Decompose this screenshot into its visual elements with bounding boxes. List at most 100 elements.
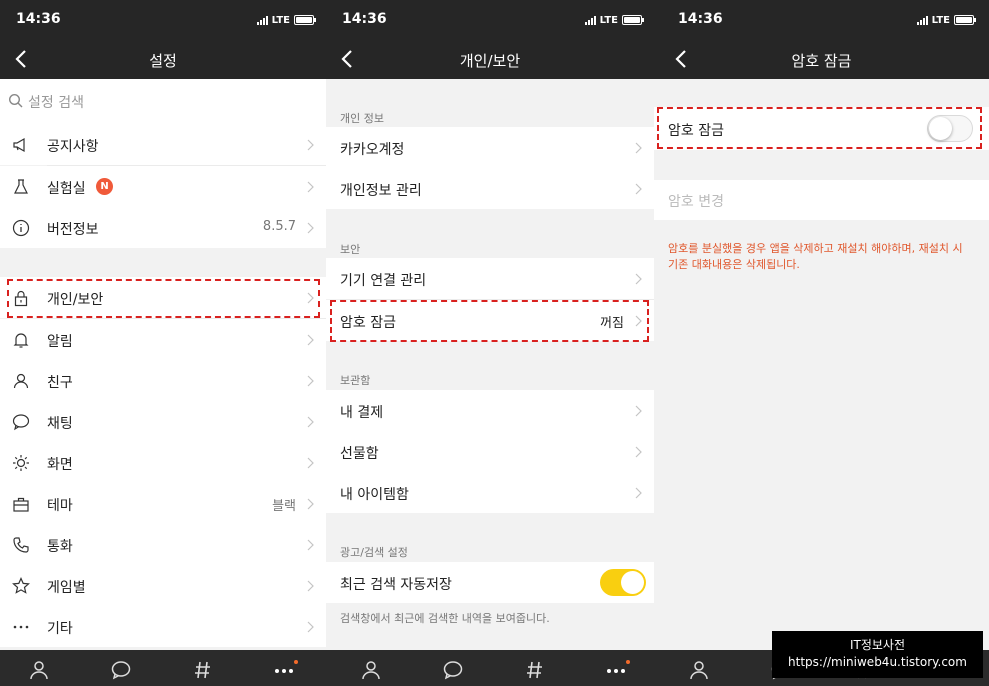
top-bar: 14:36 LTE 개인/보안 <box>326 0 654 79</box>
chevron-right-icon <box>307 139 314 151</box>
settings-item-etc[interactable]: 기타 <box>0 606 326 647</box>
settings-item-label: 알림 <box>47 334 73 350</box>
settings-panel: 14:36 LTE 설정 설정 검색 공지사항 실험실 N 버전정보 8.5.7 <box>0 0 326 686</box>
privacy-manage-item[interactable]: 개인정보 관리 <box>326 168 654 209</box>
megaphone-icon <box>11 135 31 155</box>
chevron-right-icon <box>307 539 314 551</box>
signal-icon <box>584 15 596 25</box>
settings-item-game[interactable]: 게임별 <box>0 565 326 606</box>
more-icon <box>11 617 31 637</box>
theme-value: 블랙 <box>272 499 296 514</box>
warning-text-line2: 기존 대화내용은 삭제됩니다. <box>668 258 800 271</box>
chevron-right-icon <box>307 498 314 510</box>
chevron-right-icon <box>635 487 642 499</box>
settings-item-label: 실험실 <box>47 181 86 197</box>
kakao-account-item[interactable]: 카카오계정 <box>326 127 654 168</box>
new-badge: N <box>96 178 113 195</box>
search-placeholder: 설정 검색 <box>28 95 84 111</box>
tab-chats[interactable] <box>442 659 466 681</box>
briefcase-icon <box>11 494 31 514</box>
section-header: 보관함 <box>340 374 371 387</box>
status-time: 14:36 <box>342 11 387 27</box>
change-passcode-item[interactable]: 암호 변경 <box>654 180 989 220</box>
section-header: 광고/검색 설정 <box>340 546 408 559</box>
chevron-right-icon <box>635 273 642 285</box>
privacy-security-panel: 14:36 LTE 개인/보안 개인 정보 카카오계정 개인정보 관리 보안 기… <box>326 0 654 686</box>
top-bar: 14:36 LTE 암호 잠금 <box>654 0 989 79</box>
search-input[interactable]: 설정 검색 <box>0 79 326 124</box>
settings-item-chat[interactable]: 채팅 <box>0 401 326 442</box>
star-icon <box>11 576 31 596</box>
chevron-right-icon <box>307 457 314 469</box>
person-icon <box>362 661 380 680</box>
settings-item-version[interactable]: 버전정보 8.5.7 <box>0 207 326 248</box>
chat-bubble-icon <box>443 661 463 680</box>
chevron-right-icon <box>307 181 314 193</box>
top-bar: 14:36 LTE 설정 <box>0 0 326 79</box>
item-label: 내 결제 <box>340 405 384 421</box>
person-icon <box>690 661 708 680</box>
settings-item-call[interactable]: 통화 <box>0 524 326 565</box>
auto-save-toggle[interactable] <box>600 569 646 596</box>
status-indicators: LTE <box>256 13 316 27</box>
auto-save-item: 최근 검색 자동저장 <box>326 562 654 603</box>
bottom-tab-bar <box>326 650 654 686</box>
person-icon <box>11 371 31 391</box>
tab-chats[interactable] <box>110 659 134 681</box>
auto-save-note: 검색창에서 최근에 검색한 내역을 보여줍니다. <box>340 612 550 625</box>
device-connect-item[interactable]: 기기 연결 관리 <box>326 258 654 299</box>
tab-friends[interactable] <box>360 659 384 681</box>
status-time: 14:36 <box>16 11 61 27</box>
flask-icon <box>11 177 31 197</box>
status-indicators: LTE <box>916 13 976 27</box>
chevron-right-icon <box>635 446 642 458</box>
more-icon <box>275 669 293 673</box>
settings-item-notice[interactable]: 공지사항 <box>0 124 326 165</box>
item-label: 카카오계정 <box>340 142 405 158</box>
status-time: 14:36 <box>678 11 723 27</box>
item-label: 개인정보 관리 <box>340 183 422 199</box>
my-payment-item[interactable]: 내 결제 <box>326 390 654 431</box>
gift-box-item[interactable]: 선물함 <box>326 431 654 472</box>
watermark: IT정보사전 https://miniweb4u.tistory.com <box>772 631 983 678</box>
page-title: 암호 잠금 <box>791 52 852 70</box>
battery-icon <box>954 15 976 25</box>
page-title: 개인/보안 <box>459 52 521 70</box>
chevron-right-icon <box>307 416 314 428</box>
notification-dot <box>294 660 298 664</box>
bell-icon <box>11 330 31 350</box>
settings-item-alarm[interactable]: 알림 <box>0 319 326 360</box>
tab-hashtag[interactable] <box>192 659 216 681</box>
settings-item-display[interactable]: 화면 <box>0 442 326 483</box>
tab-hashtag[interactable] <box>524 659 548 681</box>
chat-bubble-icon <box>11 412 31 432</box>
settings-item-label: 공지사항 <box>47 139 99 155</box>
settings-item-friends[interactable]: 친구 <box>0 360 326 401</box>
settings-item-label: 친구 <box>47 375 73 391</box>
item-label: 암호 변경 <box>668 194 724 210</box>
status-indicators: LTE <box>584 13 644 27</box>
section-header: 보안 <box>340 243 361 256</box>
watermark-title: IT정보사전 <box>849 638 906 652</box>
search-icon <box>8 93 24 109</box>
item-label: 선물함 <box>340 446 379 462</box>
chevron-right-icon <box>307 580 314 592</box>
tab-friends[interactable] <box>28 659 52 681</box>
settings-item-lab[interactable]: 실험실 N <box>0 166 326 207</box>
chevron-right-icon <box>307 222 314 234</box>
chevron-right-icon <box>307 621 314 633</box>
highlight-box <box>657 107 982 149</box>
item-label: 최근 검색 자동저장 <box>340 577 452 593</box>
settings-item-theme[interactable]: 테마 블랙 <box>0 483 326 524</box>
passcode-lock-panel: 14:36 LTE 암호 잠금 암호 잠금 암호 변경 암호를 분실했을 경우 … <box>654 0 989 686</box>
tab-friends[interactable] <box>688 659 712 681</box>
person-icon <box>30 661 48 680</box>
settings-item-label: 화면 <box>47 457 73 473</box>
bottom-tab-bar <box>0 650 326 686</box>
settings-item-label: 채팅 <box>47 416 73 432</box>
my-items-item[interactable]: 내 아이템함 <box>326 472 654 513</box>
hashtag-icon <box>195 661 210 679</box>
chevron-right-icon <box>307 375 314 387</box>
signal-icon <box>256 15 268 25</box>
hashtag-icon <box>527 661 542 679</box>
